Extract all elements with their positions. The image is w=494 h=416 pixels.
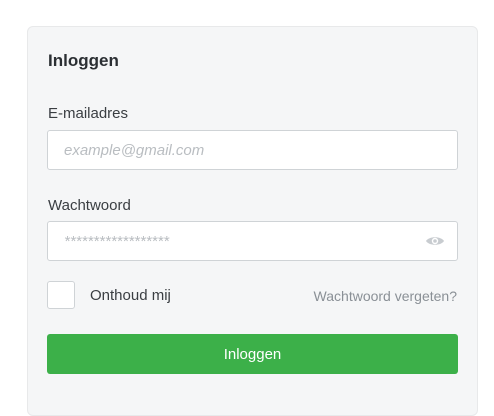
login-card: Inloggen E-mailadres Wachtwoord Onthoud … bbox=[27, 26, 478, 416]
login-title: Inloggen bbox=[48, 51, 119, 70]
remember-me-group: Onthoud mij bbox=[47, 281, 171, 309]
remember-me-label[interactable]: Onthoud mij bbox=[90, 287, 171, 304]
password-label: Wachtwoord bbox=[48, 197, 131, 214]
forgot-password-link[interactable]: Wachtwoord vergeten? bbox=[314, 288, 457, 304]
email-label: E-mailadres bbox=[48, 105, 129, 122]
eye-icon[interactable] bbox=[425, 234, 445, 248]
login-button[interactable]: Inloggen bbox=[47, 334, 458, 374]
password-field-wrapper bbox=[47, 221, 458, 261]
password-input[interactable] bbox=[48, 222, 457, 260]
email-input[interactable] bbox=[48, 131, 457, 169]
remember-me-checkbox[interactable] bbox=[47, 281, 75, 309]
email-field-wrapper bbox=[47, 130, 458, 170]
